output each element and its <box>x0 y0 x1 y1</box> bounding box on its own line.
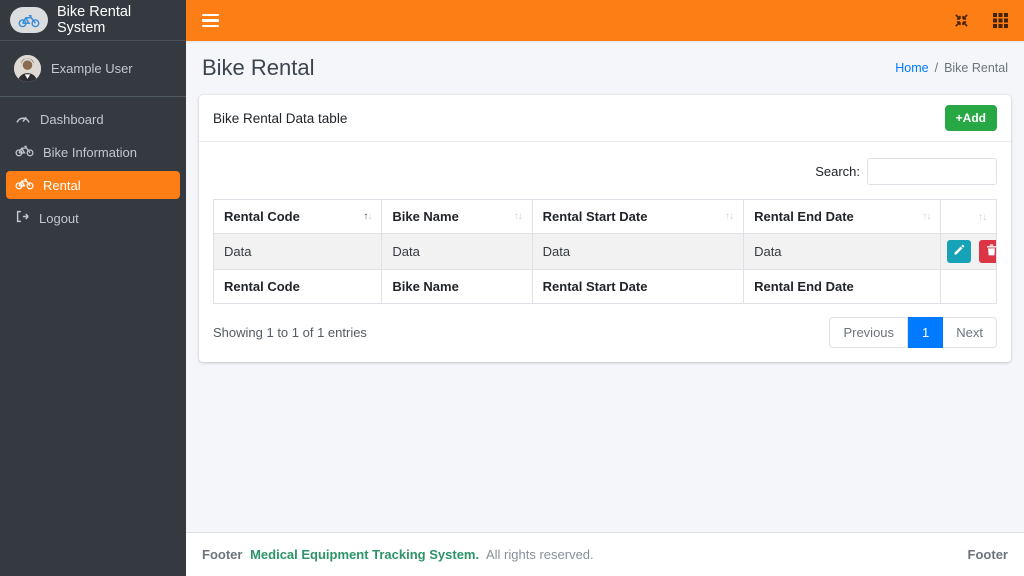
user-name: Example User <box>51 61 133 76</box>
brand-title: Bike Rental System <box>57 4 132 36</box>
sort-icon: ↑↓ <box>513 211 523 222</box>
data-table-card: Bike Rental Data table +Add Search: Rent… <box>199 95 1011 362</box>
bicycle-icon <box>15 177 34 193</box>
sidebar: Bike Rental System Example User Dashboar… <box>0 0 186 576</box>
sort-icon: ↑↓ <box>363 211 372 222</box>
cell-actions <box>940 233 997 270</box>
next-page-button[interactable]: Next <box>943 317 997 348</box>
add-button[interactable]: +Add <box>944 105 997 131</box>
footer-right: Footer <box>967 547 1008 562</box>
breadcrumb-separator: / <box>934 61 939 75</box>
top-navbar <box>186 0 1024 41</box>
sidebar-item-bike-information[interactable]: Bike Information <box>6 138 180 166</box>
page-1-button[interactable]: 1 <box>908 317 944 348</box>
previous-page-button[interactable]: Previous <box>829 317 909 348</box>
search-label: Search: <box>815 164 860 179</box>
footer-prefix: Footer <box>202 547 243 562</box>
sidebar-item-rental[interactable]: Rental <box>6 171 180 199</box>
cell-rental-code: Data <box>212 233 383 270</box>
footer-system-link[interactable]: Medical Equipment Tracking System. <box>250 547 479 562</box>
sort-icon: ↑↓ <box>725 211 734 222</box>
column-header-bike-name[interactable]: Bike Name ↑↓ <box>381 199 533 234</box>
footer-column-rental-end-date: Rental End Date <box>743 269 942 304</box>
breadcrumb-current: Bike Rental <box>944 61 1008 75</box>
main-area: Bike Rental Home / Bike Rental Bike Rent… <box>186 0 1024 576</box>
menu-icon[interactable] <box>202 13 219 28</box>
breadcrumb: Home / Bike Rental <box>895 61 1008 75</box>
cell-rental-start-date: Data <box>531 233 745 270</box>
cell-rental-end-date: Data <box>743 233 942 270</box>
entries-info: Showing 1 to 1 of 1 entries <box>213 325 367 340</box>
sidebar-item-logout[interactable]: Logout <box>6 204 180 232</box>
sidebar-item-label: Logout <box>39 210 79 226</box>
fullscreen-compress-icon[interactable] <box>954 13 969 28</box>
edit-button[interactable] <box>947 240 972 263</box>
breadcrumb-home-link[interactable]: Home <box>895 61 928 75</box>
footer-column-actions <box>940 269 997 304</box>
column-header-rental-start-date[interactable]: Rental Start Date ↑↓ <box>531 199 745 234</box>
sidebar-item-label: Rental <box>43 177 81 193</box>
footer-suffix: All rights reserved. <box>486 547 594 562</box>
bike-logo-icon <box>10 7 48 33</box>
pagination: Previous 1 Next <box>829 317 997 348</box>
rental-table: Rental Code ↑↓ Bike Name ↑↓ Rental Start… <box>212 199 997 304</box>
bicycle-icon <box>15 144 34 160</box>
sidebar-nav: Dashboard Bike Information Rental Logout <box>0 97 186 241</box>
page-title: Bike Rental <box>202 55 315 80</box>
brand[interactable]: Bike Rental System <box>0 0 186 41</box>
sidebar-item-label: Bike Information <box>43 144 137 160</box>
card-title: Bike Rental Data table <box>213 110 348 126</box>
footer-column-bike-name: Bike Name <box>381 269 533 304</box>
footer-column-rental-start-date: Rental Start Date <box>531 269 745 304</box>
page-footer: Footer Medical Equipment Tracking System… <box>186 532 1024 576</box>
apps-grid-icon[interactable] <box>993 13 1008 28</box>
user-panel[interactable]: Example User <box>0 41 186 97</box>
trash-icon <box>986 244 996 259</box>
delete-button[interactable] <box>979 240 996 263</box>
column-header-rental-code[interactable]: Rental Code ↑↓ <box>212 199 383 234</box>
cell-bike-name: Data <box>381 233 533 270</box>
sign-out-icon <box>15 210 30 226</box>
table-row: Data Data Data Data <box>212 233 997 270</box>
sidebar-item-dashboard[interactable]: Dashboard <box>6 106 180 133</box>
pencil-icon <box>953 244 965 259</box>
footer-column-rental-code: Rental Code <box>212 269 383 304</box>
search-input[interactable] <box>867 158 997 185</box>
sort-icon: ↑↓ <box>922 211 931 222</box>
tachometer-icon <box>15 112 31 127</box>
sort-icon: ↑↓ <box>978 212 987 223</box>
sidebar-item-label: Dashboard <box>40 112 104 127</box>
user-avatar <box>14 55 41 82</box>
footer-left: Footer Medical Equipment Tracking System… <box>202 547 594 562</box>
column-header-rental-end-date[interactable]: Rental End Date ↑↓ <box>743 199 942 234</box>
content: Bike Rental Home / Bike Rental Bike Rent… <box>186 41 1024 532</box>
column-header-actions[interactable]: ↑↓ <box>940 199 997 234</box>
